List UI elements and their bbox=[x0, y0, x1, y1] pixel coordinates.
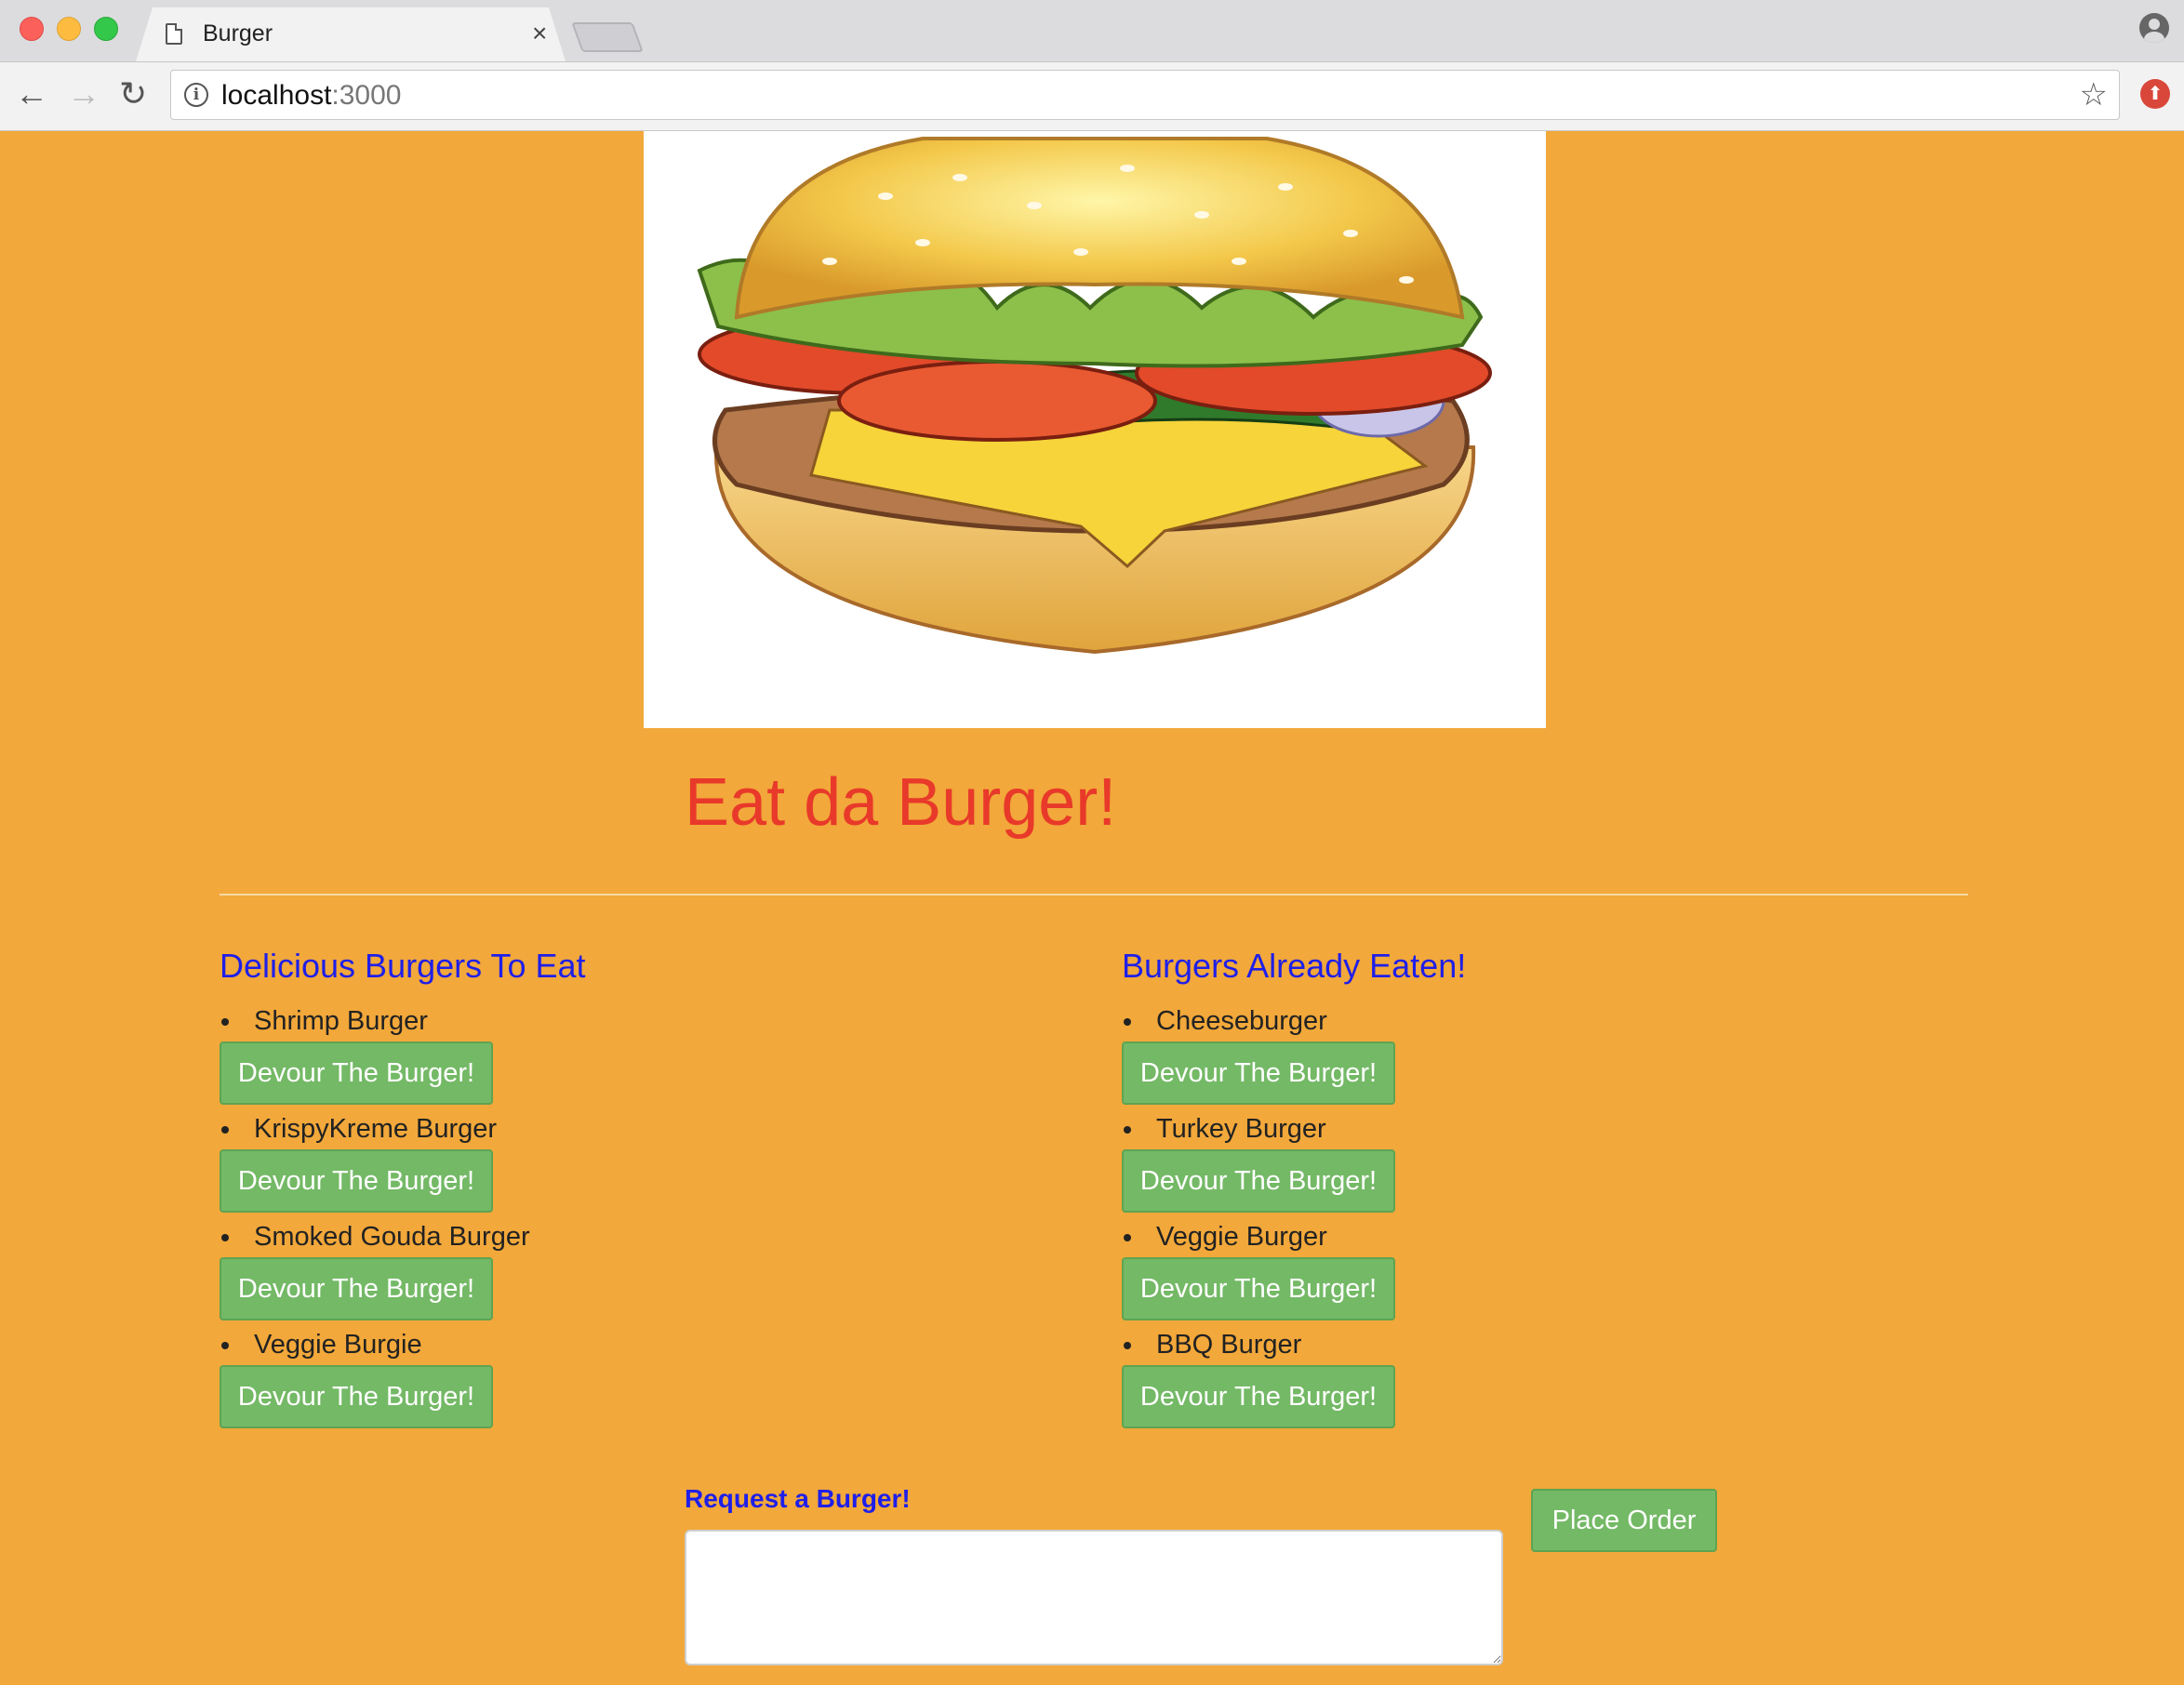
page-icon bbox=[166, 23, 182, 45]
burgers-eaten-section: Burgers Already Eaten! Cheeseburger Devo… bbox=[1122, 947, 1773, 1436]
devour-button[interactable]: Devour The Burger! bbox=[1122, 1257, 1395, 1320]
browser-toolbar: ← → ↻ i localhost:3000 ☆ ⬆ bbox=[0, 62, 2184, 131]
burger-request-input[interactable] bbox=[685, 1530, 1503, 1665]
extension-icon[interactable]: ⬆ bbox=[2140, 79, 2170, 109]
burger-name: BBQ Burger bbox=[1122, 1328, 1773, 1361]
burger-name: Turkey Burger bbox=[1122, 1112, 1773, 1146]
page-title: Eat da Burger! bbox=[685, 765, 1117, 840]
close-window-button[interactable] bbox=[20, 17, 44, 41]
bookmark-star-icon[interactable]: ☆ bbox=[2080, 76, 2108, 113]
divider bbox=[220, 894, 1968, 896]
to-eat-list: Shrimp Burger Devour The Burger! KrispyK… bbox=[220, 1004, 871, 1428]
burger-image bbox=[644, 131, 1546, 728]
eaten-list: Cheeseburger Devour The Burger! Turkey B… bbox=[1122, 1004, 1773, 1428]
reload-icon[interactable]: ↻ bbox=[119, 75, 147, 113]
devour-button[interactable]: Devour The Burger! bbox=[1122, 1365, 1395, 1428]
back-arrow-icon[interactable]: ← bbox=[15, 75, 48, 113]
url-port: :3000 bbox=[331, 80, 402, 111]
list-item: Cheeseburger Devour The Burger! bbox=[1122, 1004, 1773, 1105]
devour-button[interactable]: Devour The Burger! bbox=[1122, 1149, 1395, 1213]
forward-arrow-icon[interactable]: → bbox=[67, 75, 100, 113]
address-bar[interactable]: i localhost:3000 ☆ bbox=[170, 70, 2120, 120]
browser-tab-bar: Burger × bbox=[0, 0, 2184, 62]
url-text[interactable]: localhost:3000 bbox=[221, 80, 401, 112]
eaten-heading: Burgers Already Eaten! bbox=[1122, 947, 1467, 985]
devour-button[interactable]: Devour The Burger! bbox=[1122, 1042, 1395, 1105]
new-tab-button[interactable] bbox=[571, 22, 644, 52]
burger-name: KrispyKreme Burger bbox=[220, 1112, 871, 1146]
devour-button[interactable]: Devour The Burger! bbox=[220, 1257, 493, 1320]
list-item: BBQ Burger Devour The Burger! bbox=[1122, 1328, 1773, 1428]
devour-button[interactable]: Devour The Burger! bbox=[220, 1149, 493, 1213]
burger-illustration bbox=[697, 137, 1492, 655]
burger-name: Shrimp Burger bbox=[220, 1004, 871, 1038]
minimize-window-button[interactable] bbox=[57, 17, 81, 41]
tab-title: Burger bbox=[203, 20, 273, 46]
burger-name: Veggie Burgie bbox=[220, 1328, 871, 1361]
list-item: KrispyKreme Burger Devour The Burger! bbox=[220, 1112, 871, 1213]
devour-button[interactable]: Devour The Burger! bbox=[220, 1042, 493, 1105]
list-item: Turkey Burger Devour The Burger! bbox=[1122, 1112, 1773, 1213]
burger-name: Smoked Gouda Burger bbox=[220, 1220, 871, 1254]
burgers-to-eat-section: Delicious Burgers To Eat Shrimp Burger D… bbox=[220, 947, 871, 1436]
list-item: Smoked Gouda Burger Devour The Burger! bbox=[220, 1220, 871, 1320]
profile-icon[interactable] bbox=[2139, 13, 2169, 43]
place-order-button[interactable]: Place Order bbox=[1531, 1489, 1717, 1552]
maximize-window-button[interactable] bbox=[94, 17, 118, 41]
browser-tab[interactable]: Burger × bbox=[136, 7, 566, 61]
info-icon[interactable]: i bbox=[184, 83, 208, 107]
tab-close-icon[interactable]: × bbox=[532, 19, 547, 48]
to-eat-heading: Delicious Burgers To Eat bbox=[220, 947, 586, 985]
list-item: Veggie Burgie Devour The Burger! bbox=[220, 1328, 871, 1428]
url-host: localhost bbox=[221, 80, 332, 111]
request-label: Request a Burger! bbox=[685, 1484, 911, 1513]
burger-name: Cheeseburger bbox=[1122, 1004, 1773, 1038]
burger-name: Veggie Burger bbox=[1122, 1220, 1773, 1254]
devour-button[interactable]: Devour The Burger! bbox=[220, 1365, 493, 1428]
list-item: Shrimp Burger Devour The Burger! bbox=[220, 1004, 871, 1105]
list-item: Veggie Burger Devour The Burger! bbox=[1122, 1220, 1773, 1320]
